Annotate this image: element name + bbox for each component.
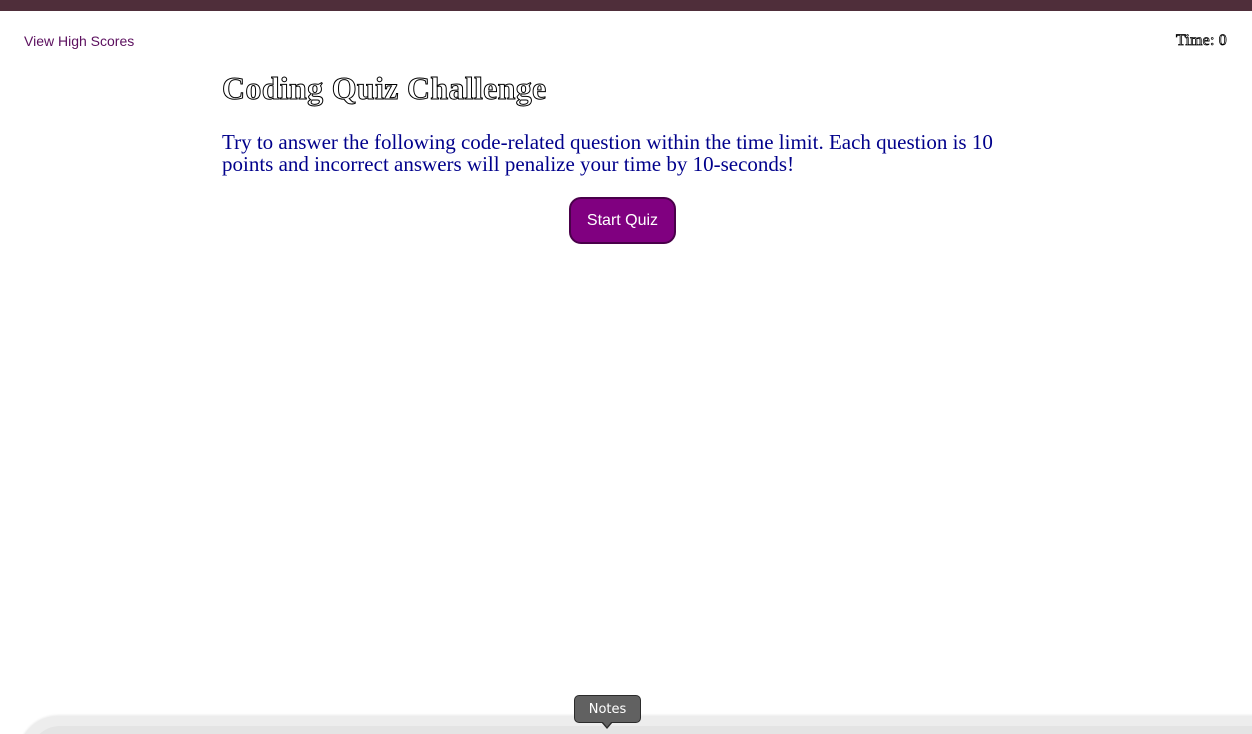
window-top-band — [0, 0, 1252, 11]
timer-display: Time: 0 — [1175, 32, 1228, 50]
quiz-instructions: Try to answer the following code-related… — [222, 130, 993, 176]
dock-shelf-inner — [30, 726, 1252, 734]
page-title: Coding Quiz Challenge — [222, 70, 547, 107]
view-high-scores-link[interactable]: View High Scores — [24, 33, 134, 49]
tooltip-arrow-fill — [602, 721, 612, 727]
notes-tooltip: Notes — [574, 695, 641, 723]
start-quiz-button[interactable]: Start Quiz — [569, 197, 676, 244]
